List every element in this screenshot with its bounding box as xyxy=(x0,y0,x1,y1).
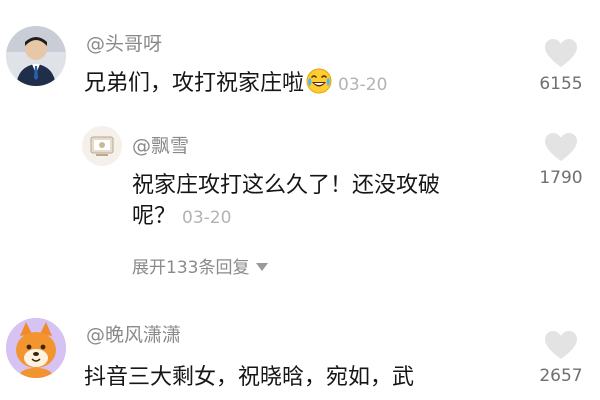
comment-text: 抖音三大剩女，祝晓晗，宛如，武 xyxy=(84,365,415,390)
comment-time: 03-20 xyxy=(338,75,388,95)
comment-text-line-2: 呢？ 03-20 xyxy=(132,201,522,234)
avatar[interactable] xyxy=(82,126,122,166)
comment-text: 祝家庄攻打这么久了！还没攻破 呢？ 03-20 xyxy=(132,170,522,234)
comment-username[interactable]: @头哥呀 xyxy=(86,32,162,56)
like-count: 6155 xyxy=(539,74,583,94)
like-count: 1790 xyxy=(539,168,583,188)
tears-of-joy-emoji-icon xyxy=(306,68,332,94)
expand-replies-button[interactable]: 展开133条回复 xyxy=(132,257,269,279)
like-button[interactable]: 6155 xyxy=(530,38,592,94)
comment-username[interactable]: @晚风潇潇 xyxy=(86,323,181,347)
comment-text-content: 呢？ xyxy=(132,204,177,229)
comment-text-line: 祝家庄攻打这么久了！还没攻破 xyxy=(132,173,441,198)
chevron-down-icon xyxy=(256,263,269,271)
heart-icon xyxy=(545,331,577,359)
like-count: 2657 xyxy=(539,366,583,386)
heart-icon xyxy=(545,133,577,161)
avatar[interactable] xyxy=(6,318,66,378)
expand-replies-label: 展开133条回复 xyxy=(132,258,250,278)
like-button[interactable]: 2657 xyxy=(530,330,592,386)
comment-text-content: 兄弟们，攻打祝家庄啦 xyxy=(84,71,305,96)
like-button[interactable]: 1790 xyxy=(530,132,592,188)
comment-username[interactable]: @飘雪 xyxy=(132,134,189,158)
comment-time: 03-20 xyxy=(182,208,232,228)
heart-icon xyxy=(545,39,577,67)
comment-text: 兄弟们，攻打祝家庄啦 03-20 xyxy=(84,68,524,101)
avatar[interactable] xyxy=(6,26,66,86)
